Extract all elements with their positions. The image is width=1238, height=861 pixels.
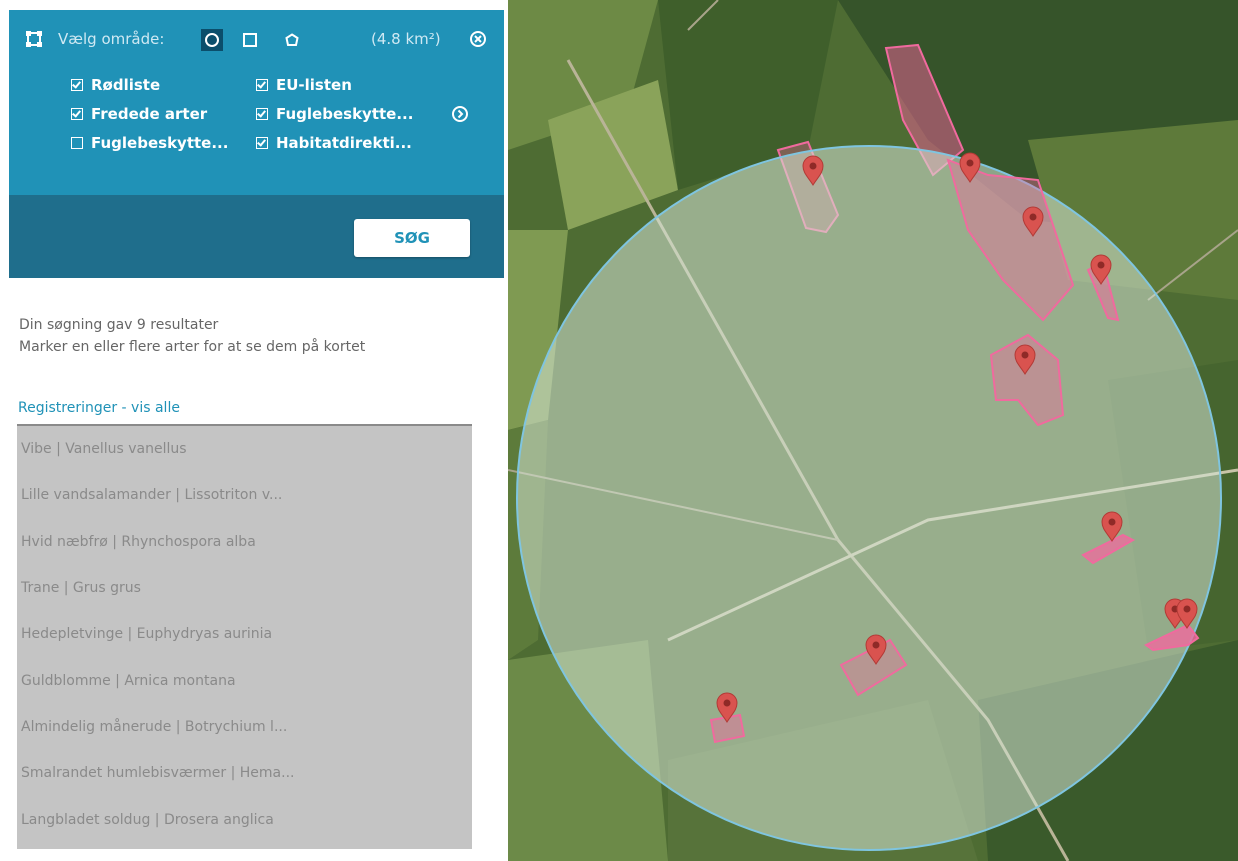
- search-area-circle[interactable]: [516, 145, 1222, 851]
- close-circle-icon[interactable]: [469, 30, 487, 48]
- result-item[interactable]: Smalrandet humlebisværmer | Hema...: [17, 750, 472, 796]
- checkbox-checked-icon: [256, 137, 268, 149]
- checkbox-rodliste[interactable]: Rødliste: [71, 76, 160, 94]
- area-select-row: Vælg område: (4.8 km²): [25, 29, 495, 53]
- registrations-show-all-link[interactable]: Registreringer - vis alle: [18, 400, 180, 416]
- square-shape-icon: [243, 33, 257, 47]
- satellite-map[interactable]: [508, 0, 1238, 861]
- result-item[interactable]: Langbladet soldug | Drosera anglica: [17, 796, 472, 842]
- checkbox-fredede-arter[interactable]: Fredede arter: [71, 105, 207, 123]
- checkbox-fuglebeskytte-2[interactable]: Fuglebeskytte...: [71, 134, 228, 152]
- result-count-text: Din søgning gav 9 resultater: [19, 317, 219, 333]
- result-item[interactable]: Lille vandsalamander | Lissotriton v...: [17, 472, 472, 518]
- checkbox-checked-icon: [256, 108, 268, 120]
- checkbox-label: Fuglebeskytte...: [91, 134, 229, 152]
- result-item[interactable]: Almindelig månerude | Botrychium l...: [17, 704, 472, 750]
- map-canvas[interactable]: [508, 0, 1238, 861]
- circle-shape-icon: [205, 33, 219, 47]
- checkbox-habitatdirektiv[interactable]: Habitatdirekti...: [256, 134, 412, 152]
- checkbox-label: EU-listen: [276, 76, 352, 94]
- checkbox-fuglebeskytte-1[interactable]: Fuglebeskytte...: [256, 105, 413, 123]
- result-item[interactable]: Hvid næbfrø | Rhynchospora alba: [17, 519, 472, 565]
- results-list: Vibe | Vanellus vanellus Lille vandsalam…: [17, 424, 472, 849]
- polygon-shape-button[interactable]: [281, 29, 303, 51]
- select-area-label: Vælg område:: [58, 30, 165, 48]
- checkbox-label: Habitatdirekti...: [276, 134, 412, 152]
- result-item[interactable]: Hedepletvinge | Euphydryas aurinia: [17, 611, 472, 657]
- result-hint-text: Marker en eller flere arter for at se de…: [19, 339, 366, 355]
- checkbox-checked-icon: [256, 79, 268, 91]
- square-shape-button[interactable]: [239, 29, 261, 51]
- search-bar: SØG: [9, 195, 504, 278]
- polygon-shape-icon: [285, 33, 299, 46]
- side-panel: Vælg område: (4.8 km²) Rødliste EU-liste…: [0, 0, 508, 861]
- circle-shape-button[interactable]: [201, 29, 223, 51]
- result-info: Din søgning gav 9 resultater Marker en e…: [19, 314, 365, 358]
- search-button[interactable]: SØG: [354, 219, 470, 257]
- checkbox-eu-listen[interactable]: EU-listen: [256, 76, 352, 94]
- area-select-icon: [26, 31, 42, 47]
- checkbox-checked-icon: [71, 79, 83, 91]
- checkbox-label: Rødliste: [91, 76, 161, 94]
- area-size: (4.8 km²): [371, 30, 441, 48]
- result-item[interactable]: Vibe | Vanellus vanellus: [17, 426, 472, 472]
- checkbox-unchecked-icon: [71, 137, 83, 149]
- checkbox-checked-icon: [71, 108, 83, 120]
- checkbox-label: Fredede arter: [91, 105, 208, 123]
- result-item[interactable]: Guldblomme | Arnica montana: [17, 657, 472, 703]
- result-item[interactable]: Trane | Grus grus: [17, 565, 472, 611]
- checkbox-label: Fuglebeskytte...: [276, 105, 414, 123]
- chevron-right-circle-icon[interactable]: [451, 105, 469, 123]
- filter-box: Vælg område: (4.8 km²) Rødliste EU-liste…: [9, 10, 504, 195]
